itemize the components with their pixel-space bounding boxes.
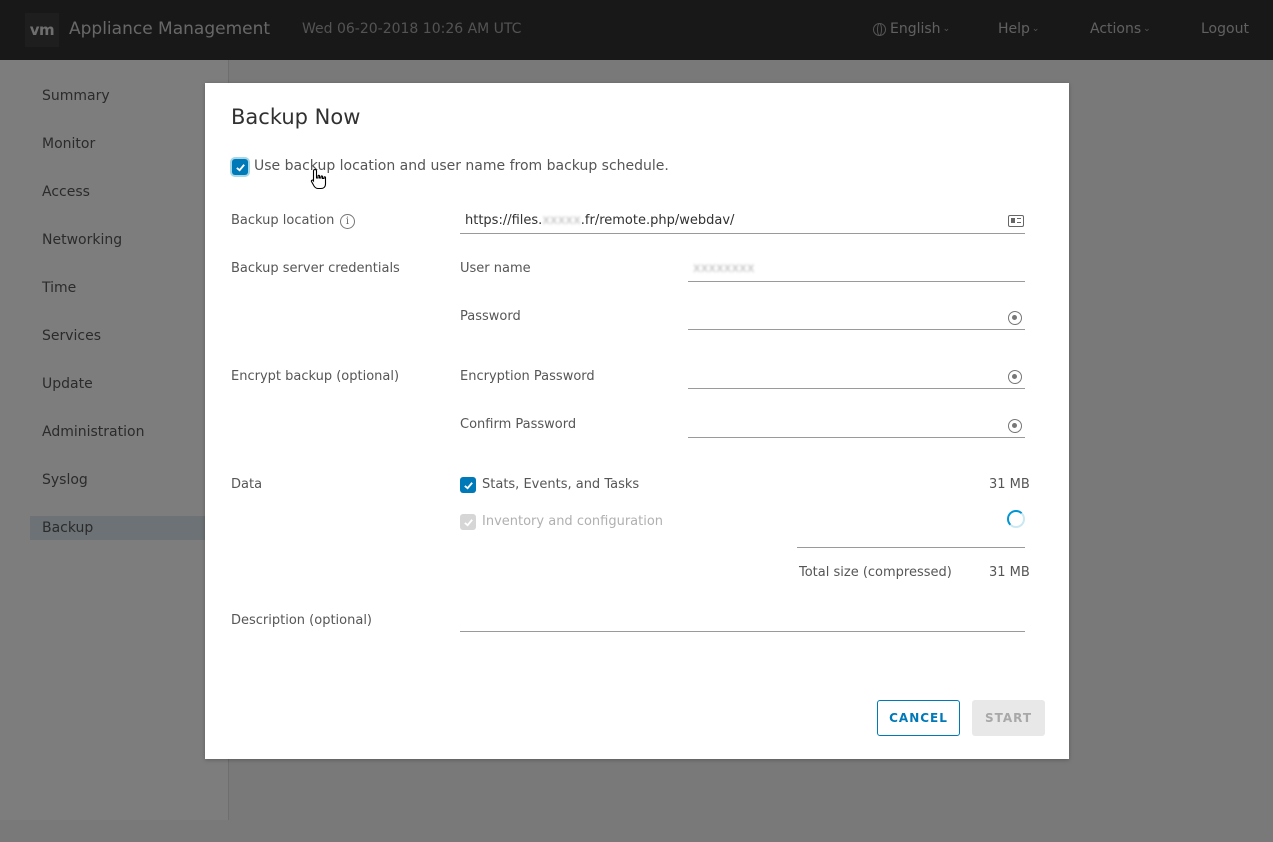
hand-cursor-icon: [310, 168, 327, 190]
backup-now-dialog: Backup Now Use backup location and user …: [205, 83, 1069, 759]
cancel-button[interactable]: CANCEL: [877, 700, 960, 736]
encrypt-label: Encrypt backup (optional): [231, 369, 400, 384]
description-input[interactable]: [460, 607, 1025, 631]
description-underline: [460, 631, 1025, 632]
info-icon[interactable]: i: [340, 214, 355, 229]
description-label: Description (optional): [231, 613, 373, 628]
show-password-icon[interactable]: [1008, 419, 1022, 433]
dialog-title: Backup Now: [231, 105, 361, 129]
backup-location-label: Backup location: [231, 213, 335, 228]
show-password-icon[interactable]: [1008, 311, 1022, 325]
encryption-password-label: Encryption Password: [460, 369, 595, 384]
show-password-icon[interactable]: [1008, 370, 1022, 384]
loading-spinner-icon: [1007, 510, 1025, 528]
encryption-password-input[interactable]: [688, 365, 1025, 389]
password-label: Password: [460, 309, 521, 324]
redacted-username: xxxxxxxx: [693, 261, 755, 276]
total-size-value: 31 MB: [989, 565, 1030, 580]
checkmark-icon: [463, 481, 473, 490]
backup-location-input[interactable]: https://files.xxxxx.fr/remote.php/webdav…: [465, 213, 734, 228]
backup-location-suffix: .fr/remote.php/webdav/: [580, 213, 735, 228]
start-button[interactable]: START: [972, 700, 1045, 736]
confirm-password-input[interactable]: [688, 413, 1025, 437]
backup-location-prefix: https://files.: [465, 213, 543, 228]
password-input[interactable]: [688, 305, 1025, 329]
password-underline: [688, 329, 1025, 330]
confirm-password-label: Confirm Password: [460, 417, 577, 432]
checkmark-icon: [463, 518, 473, 527]
use-schedule-checkbox[interactable]: [232, 159, 248, 175]
encryption-password-underline: [688, 388, 1025, 389]
total-size-label: Total size (compressed): [799, 565, 952, 580]
confirm-password-underline: [688, 437, 1025, 438]
data-label: Data: [231, 477, 263, 492]
username-input[interactable]: xxxxxxxx: [693, 261, 755, 276]
backup-location-underline: [460, 233, 1025, 234]
contact-card-icon[interactable]: [1008, 215, 1024, 227]
credentials-label: Backup server credentials: [231, 261, 400, 276]
username-label: User name: [460, 261, 531, 276]
checkmark-icon: [235, 163, 245, 172]
inventory-label: Inventory and configuration: [482, 514, 664, 529]
inventory-checkbox: [460, 514, 476, 530]
stats-size: 31 MB: [989, 477, 1030, 492]
stats-label: Stats, Events, and Tasks: [482, 477, 640, 492]
username-underline: [688, 281, 1025, 282]
stats-checkbox[interactable]: [460, 477, 476, 493]
redacted-host: xxxxx: [542, 213, 581, 228]
total-divider: [797, 547, 1025, 548]
